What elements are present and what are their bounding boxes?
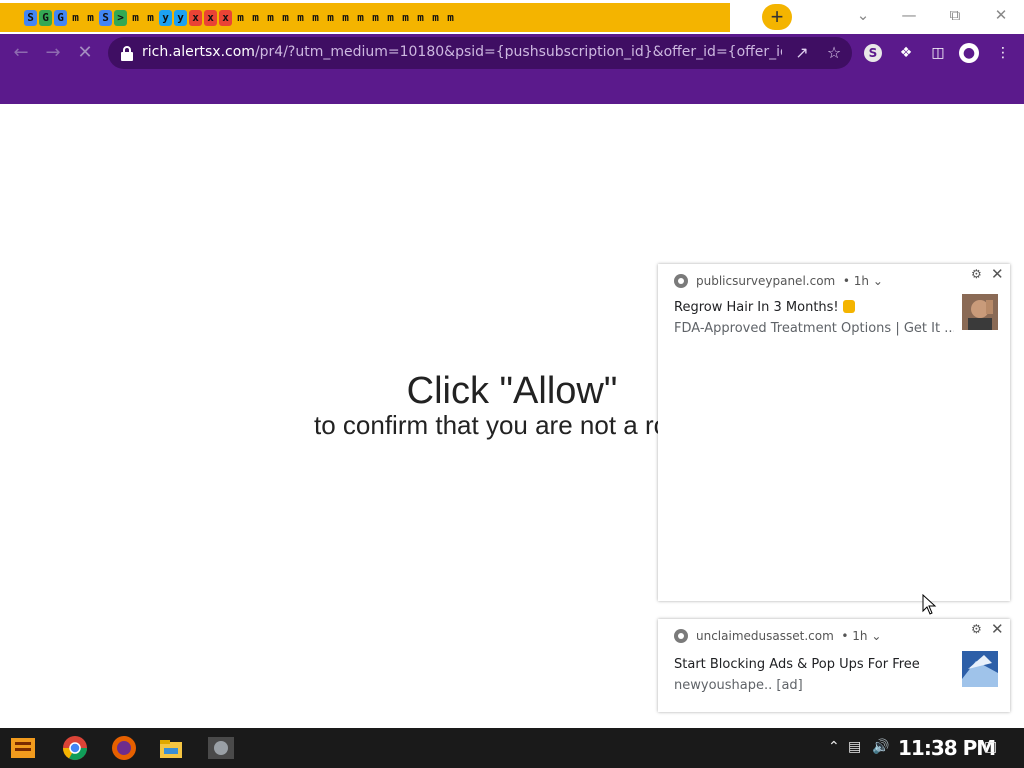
browser-tab[interactable]: m [234, 9, 247, 26]
chrome-icon[interactable] [60, 733, 90, 763]
browser-tab[interactable]: S [24, 9, 37, 26]
bookmarks-bar [0, 72, 1024, 104]
tabs-area: S G Gm m S > m m y y x x x m m m m m m m m m m m m m m m [0, 3, 730, 32]
url-path: /pr4/?utm_medium=10180&psid={pushsubscri… [254, 44, 782, 60]
taskbar-clock[interactable]: 11:38 PM [898, 736, 996, 760]
network-icon[interactable]: ▤ [848, 739, 861, 755]
notification-header: publicsurveypanel.com • 1h ⌄ [674, 274, 883, 288]
tray-chevron-icon[interactable]: ⌃ [828, 739, 840, 755]
extension-s-icon[interactable]: S [864, 44, 882, 62]
abstract-blue-photo [962, 651, 998, 687]
browser-tab[interactable]: S [99, 9, 112, 26]
close-window-button[interactable]: ✕ [978, 4, 1024, 26]
browser-tab[interactable]: m [414, 9, 427, 26]
browser-tab[interactable]: m [369, 9, 382, 26]
extensions-puzzle-icon[interactable]: ❖ [895, 42, 917, 64]
notification-title: Regrow Hair In 3 Months! [674, 300, 855, 315]
browser-tab[interactable]: m [399, 9, 412, 26]
close-notification-icon[interactable]: ✕ [991, 620, 1004, 638]
browser-tab[interactable]: > [114, 9, 127, 26]
browser-tab[interactable]: m [249, 9, 262, 26]
browser-tab[interactable]: G [39, 9, 52, 26]
notification-source: unclaimedusasset.com [696, 629, 834, 643]
browser-toolbar: ← → ✕ rich.alertsx.com/pr4/?utm_medium=1… [0, 34, 1024, 72]
person-emoji-icon [842, 300, 855, 313]
notification-source: publicsurveypanel.com [696, 274, 836, 288]
notification-card[interactable]: unclaimedusasset.com • 1h ⌄ ⚙ ✕ Start Bl… [658, 619, 1010, 712]
start-icon[interactable] [8, 733, 38, 763]
browser-tab[interactable]: m [384, 9, 397, 26]
close-notification-icon[interactable]: ✕ [991, 265, 1004, 283]
browser-tab[interactable]: m [84, 9, 97, 26]
tab-search-icon[interactable]: ⌄ [840, 4, 886, 26]
browser-tab[interactable]: x [204, 9, 217, 26]
page-subline: to confirm that you are not a robot [314, 410, 664, 440]
browser-tab[interactable]: m [279, 9, 292, 26]
restore-button[interactable]: ⧉ [932, 4, 978, 26]
browser-tab[interactable]: x [219, 9, 232, 26]
browser-tab[interactable]: m [429, 9, 442, 26]
new-tab-button[interactable]: + [762, 4, 792, 30]
notification-time: • 1h [841, 629, 868, 643]
browser-tab[interactable]: G [54, 9, 67, 26]
browser-tab[interactable]: m [324, 9, 337, 26]
notification-center-icon[interactable]: □ [984, 739, 997, 755]
chrome-icon [674, 629, 688, 643]
browser-tab[interactable]: y [174, 9, 187, 26]
address-bar[interactable]: rich.alertsx.com/pr4/?utm_medium=10180&p… [108, 37, 852, 69]
volume-icon[interactable]: 🔊 [872, 739, 889, 755]
notification-body: FDA-Approved Treatment Options | Get It … [674, 321, 954, 336]
notification-time: • 1h [842, 274, 869, 288]
browser-tab[interactable]: m [294, 9, 307, 26]
chevron-down-icon[interactable]: ⌄ [871, 629, 881, 643]
bookmark-star-icon[interactable]: ☆ [824, 43, 844, 63]
browser-tab[interactable]: m [309, 9, 322, 26]
browser-tab[interactable]: m [444, 9, 457, 26]
lock-icon[interactable] [120, 45, 134, 61]
menu-kebab-icon[interactable]: ⋮ [992, 42, 1014, 64]
side-panel-icon[interactable]: ◫ [927, 42, 949, 64]
share-icon[interactable]: ↗ [792, 43, 812, 63]
forward-button[interactable]: → [40, 40, 66, 66]
firefox-icon[interactable] [109, 733, 139, 763]
browser-tab[interactable]: m [354, 9, 367, 26]
tab-strip: S G Gm m S > m m y y x x x m m m m m m m m m m m m m m m + ⌄ — ⧉ ✕ [0, 0, 1024, 34]
profile-avatar-icon[interactable]: ● [959, 43, 979, 63]
taskbar: ⌃ ▤ 🔊 11:38 PM □ [0, 728, 1024, 768]
url-text[interactable]: rich.alertsx.com/pr4/?utm_medium=10180&p… [142, 44, 782, 60]
file-explorer-icon[interactable] [156, 733, 186, 763]
browser-tab[interactable]: m [144, 9, 157, 26]
url-host: rich.alertsx.com [142, 44, 255, 60]
settings-gear-icon[interactable]: ⚙ [971, 267, 982, 281]
browser-tab[interactable]: m [69, 9, 82, 26]
settings-gear-icon[interactable]: ⚙ [971, 622, 982, 636]
notification-header: unclaimedusasset.com • 1h ⌄ [674, 629, 881, 643]
browser-tab[interactable]: m [264, 9, 277, 26]
browser-tab[interactable]: x [189, 9, 202, 26]
back-button[interactable]: ← [8, 40, 34, 66]
man-holding-head-photo [962, 294, 998, 330]
chrome-icon [674, 274, 688, 288]
notification-title: Start Blocking Ads & Pop Ups For Free [674, 657, 920, 672]
app-thumbnail-icon[interactable] [206, 733, 236, 763]
notification-body: newyoushape.. [ad] [674, 678, 803, 693]
chevron-down-icon[interactable]: ⌄ [873, 274, 883, 288]
stop-loading-button[interactable]: ✕ [72, 40, 98, 66]
minimize-button[interactable]: — [886, 4, 932, 26]
browser-tab[interactable]: y [159, 9, 172, 26]
mouse-cursor-icon [922, 594, 937, 615]
browser-tab[interactable]: m [129, 9, 142, 26]
browser-tab[interactable]: m [339, 9, 352, 26]
notification-card[interactable]: publicsurveypanel.com • 1h ⌄ ⚙ ✕ Regrow … [658, 264, 1010, 601]
